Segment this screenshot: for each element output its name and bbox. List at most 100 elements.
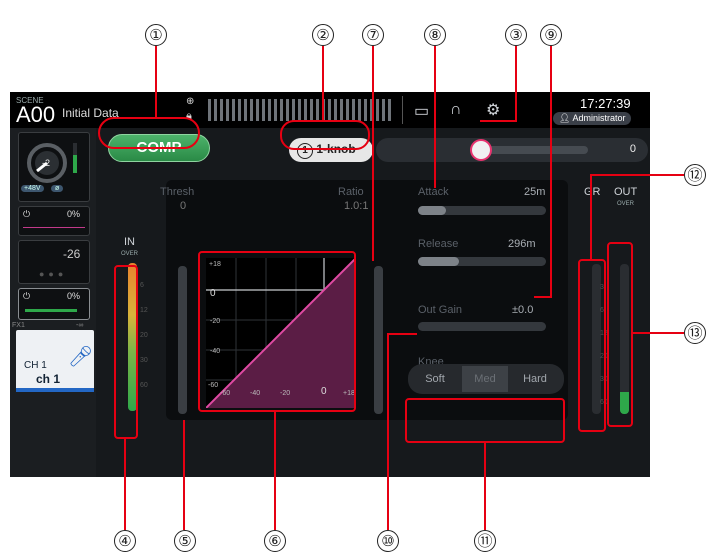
- out-meter-label: OUT: [614, 186, 638, 198]
- in-scale-20: 20: [140, 332, 148, 339]
- callout-11: ⑪: [474, 530, 496, 552]
- attack-slider[interactable]: [418, 206, 546, 215]
- fx-value: -∞: [76, 322, 84, 329]
- headphones-icon[interactable]: ∩: [450, 101, 462, 119]
- in-scale-60: 60: [140, 382, 148, 389]
- in-meter-scale: 6 12 20 30 60: [140, 273, 148, 398]
- ratio-label: Ratio: [338, 186, 364, 198]
- in-scale-12: 12: [140, 307, 148, 314]
- release-value: 296m: [508, 238, 536, 250]
- channel-strip: -2 +48V ø ⏻ 0% -26 ●●● ⏻ 0% FX1 -∞ CH 1 …: [10, 128, 96, 477]
- leader-5: [183, 420, 185, 530]
- channel-name-button[interactable]: CH 1 ch 1 🎤︎: [16, 330, 94, 392]
- outgain-slider[interactable]: [418, 322, 546, 331]
- leader-12-horizontal: [590, 174, 684, 176]
- leader-12-vertical: [590, 174, 592, 259]
- callout-10: ⑩: [377, 530, 399, 552]
- hpf-curve: [23, 227, 85, 228]
- leader-9-horizontal: [534, 296, 552, 298]
- microphone-icon: 🎤︎: [68, 346, 94, 368]
- phase-badge[interactable]: ø: [51, 185, 64, 192]
- leader-7: [372, 46, 374, 261]
- leader-6: [274, 412, 276, 530]
- recorder-icon[interactable]: ▭: [414, 101, 429, 121]
- leader-13: [633, 332, 684, 334]
- highlight-gr-meter: [578, 259, 606, 432]
- network-icon: ⊕: [186, 96, 195, 107]
- leader-1: [155, 46, 157, 117]
- in-meter-label: IN: [124, 236, 135, 248]
- gate-panel[interactable]: -26 ●●●: [18, 240, 90, 284]
- callout-1: ①: [145, 24, 167, 46]
- gate-value: -26: [63, 247, 81, 261]
- dyn-level: [25, 309, 77, 312]
- user-icon: 👤︎: [559, 113, 573, 123]
- ratio-fader[interactable]: [374, 266, 383, 414]
- threshold-label: Thresh: [160, 186, 195, 198]
- attack-value: 25m: [524, 186, 546, 198]
- leader-10-vertical: [387, 333, 389, 530]
- callout-3: ③: [505, 24, 527, 46]
- dyn-percent: 0%: [67, 291, 81, 301]
- knee-soft-button[interactable]: Soft: [412, 366, 458, 392]
- in-scale-6: 6: [140, 282, 144, 289]
- knob-thumb[interactable]: [472, 141, 490, 159]
- highlight-knob-mode: [280, 120, 370, 150]
- outgain-value: ±0.0: [512, 304, 534, 316]
- knee-med-button[interactable]: Med: [462, 366, 508, 392]
- gear-icon[interactable]: ⚙: [486, 100, 500, 120]
- leader-3-horizontal: [480, 120, 517, 122]
- gr-meter-label: GR: [584, 186, 601, 198]
- channel-name: ch 1: [36, 372, 61, 386]
- scene-number[interactable]: A00: [16, 102, 55, 128]
- highlight-out-meter: [607, 242, 633, 427]
- leader-9-vertical: [550, 46, 552, 298]
- callout-4: ④: [114, 530, 136, 552]
- callout-2: ②: [312, 24, 334, 46]
- callout-7: ⑦: [362, 24, 384, 46]
- knee-hard-button[interactable]: Hard: [512, 366, 558, 392]
- clock: 17:27:39: [580, 96, 631, 111]
- phantom-power-badge[interactable]: +48V: [21, 185, 44, 192]
- leader-10-horizontal: [387, 333, 417, 335]
- in-scale-30: 30: [140, 357, 148, 364]
- callout-12: ⑫: [684, 164, 706, 186]
- fx-label: FX1: [12, 322, 25, 329]
- knee-selector: Soft Med Hard: [408, 364, 564, 394]
- in-over-label: OVER: [121, 251, 139, 257]
- callout-6: ⑥: [264, 530, 286, 552]
- callout-8: ⑧: [424, 24, 446, 46]
- ratio-value: 1.0:1: [344, 200, 369, 212]
- power-icon: ⏻: [23, 209, 31, 219]
- hpf-panel[interactable]: ⏻ 0%: [18, 206, 90, 236]
- outgain-label: Out Gain: [418, 304, 463, 316]
- knob-value: 0: [629, 143, 636, 155]
- dyn-power-icon: ⏻: [23, 291, 31, 301]
- gain-panel[interactable]: -2 +48V ø: [18, 132, 90, 202]
- callout-5: ⑤: [174, 530, 196, 552]
- attack-fill: [418, 206, 447, 215]
- highlight-comp: [98, 117, 200, 149]
- leader-2: [322, 46, 324, 120]
- leader-3-vertical: [515, 46, 517, 120]
- highlight-in-meter: [114, 265, 138, 439]
- callout-13: ⑬: [684, 322, 706, 344]
- threshold-fader[interactable]: [178, 266, 187, 414]
- leader-4: [124, 439, 126, 530]
- knob-slider[interactable]: 0: [376, 138, 648, 162]
- leader-8: [434, 46, 436, 188]
- dots-indicator: ●●●: [39, 269, 68, 279]
- user-badge[interactable]: 👤︎ Administrator: [553, 112, 632, 125]
- divider: [402, 96, 403, 124]
- channel-id: CH 1: [24, 360, 47, 371]
- channel-color-bar: [16, 388, 94, 392]
- knob-track: [480, 146, 588, 154]
- dynamics-panel[interactable]: ⏻ 0%: [18, 288, 90, 320]
- out-over-label: OVER: [617, 201, 635, 207]
- callout-9: ⑨: [540, 24, 562, 46]
- release-slider[interactable]: [418, 257, 546, 266]
- threshold-value: 0: [180, 200, 187, 212]
- release-fill: [418, 257, 459, 266]
- user-name: Administrator: [572, 113, 626, 123]
- highlight-graph: [198, 251, 356, 412]
